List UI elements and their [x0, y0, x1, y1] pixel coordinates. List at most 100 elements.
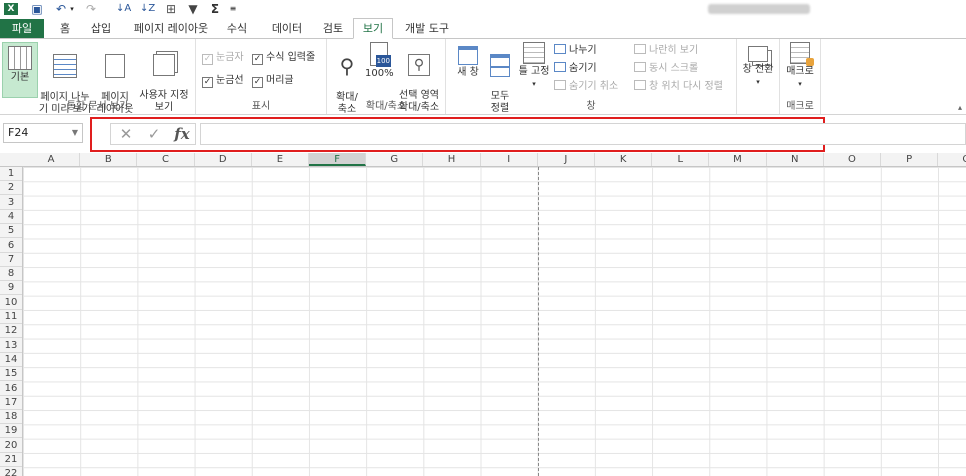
column-header-M[interactable]: M — [709, 153, 767, 166]
tab-formulas[interactable]: 수식 — [220, 19, 254, 38]
tab-data[interactable]: 데이터 — [264, 19, 310, 38]
page-break-line — [538, 167, 539, 476]
synchronous-scrolling-button[interactable]: 동시 스크롤 — [634, 62, 698, 76]
group-label-zoom: 확대/축소 — [365, 101, 407, 112]
excel-icon[interactable]: X — [4, 3, 18, 15]
column-header-L[interactable]: L — [652, 153, 710, 166]
group-label-window: 창 — [586, 101, 596, 112]
column-header-P[interactable]: P — [881, 153, 939, 166]
reset-window-position-button[interactable]: 창 위치 다시 정렬 — [634, 80, 723, 94]
column-header-F[interactable]: F — [309, 153, 367, 166]
column-header-I[interactable]: I — [481, 153, 538, 166]
sort-desc-icon[interactable]: ↓Z — [140, 1, 155, 17]
ribbon: 기본 페이지 나누 기 미리 보기 페이지 레이아웃 사용자 지정 보기 통합 … — [0, 39, 966, 115]
row-header-12[interactable]: 12 — [0, 324, 22, 339]
row-header-6[interactable]: 6 — [0, 239, 22, 253]
magnifier-icon: ⚲ — [339, 54, 355, 78]
gridlines-checkbox[interactable]: ✓ 눈금선 — [202, 74, 244, 88]
new-window-icon — [458, 46, 478, 65]
side-by-side-icon — [634, 44, 646, 54]
customize-icon[interactable]: ≡ — [228, 1, 238, 17]
new-window-button[interactable]: 새 창 — [450, 42, 486, 79]
save-icon[interactable]: ▣ — [30, 1, 44, 17]
macros-button[interactable]: 매크로 ▾ — [782, 42, 818, 90]
tab-insert[interactable]: 삽입 — [84, 19, 118, 38]
chevron-down-icon: ▼ — [71, 128, 78, 137]
row-header-21[interactable]: 21 — [0, 453, 22, 467]
tab-developer[interactable]: 개발 도구 — [398, 19, 456, 38]
unhide-button[interactable]: 숨기기 취소 — [554, 80, 618, 94]
column-header-C[interactable]: C — [137, 153, 195, 166]
row-header-4[interactable]: 4 — [0, 210, 22, 224]
sum-icon[interactable]: Σ — [208, 1, 222, 17]
sync-scroll-icon — [634, 62, 646, 72]
column-header-N[interactable]: N — [767, 153, 824, 166]
zoom-selection-icon: ⚲ — [408, 54, 430, 76]
row-header-10[interactable]: 10 — [0, 296, 22, 310]
row-header-14[interactable]: 14 — [0, 353, 22, 367]
row-header-18[interactable]: 18 — [0, 410, 22, 425]
tab-review[interactable]: 검토 — [316, 19, 350, 38]
column-header-Q[interactable]: Q — [938, 153, 966, 166]
name-box[interactable]: F24 ▼ — [3, 123, 83, 143]
enter-icon[interactable]: ✓ — [141, 124, 167, 144]
row-header-3[interactable]: 3 — [0, 196, 22, 210]
collapse-ribbon-icon[interactable]: ▴ — [958, 103, 962, 112]
tab-home[interactable]: 홈 — [50, 19, 80, 38]
tab-page-layout[interactable]: 페이지 레이아웃 — [128, 19, 214, 38]
row-header-8[interactable]: 8 — [0, 267, 22, 282]
normal-view-button[interactable]: 기본 — [2, 42, 38, 98]
group-switch: 창 전환 ▾ — [737, 39, 780, 114]
column-headers: ABCDEFGHIJKLMNOPQ — [0, 153, 966, 167]
row-header-1[interactable]: 1 — [0, 167, 22, 181]
column-header-G[interactable]: G — [366, 153, 424, 166]
filter-icon[interactable]: ▼ — [186, 1, 200, 17]
row-header-5[interactable]: 5 — [0, 224, 22, 239]
row-header-2[interactable]: 2 — [0, 181, 22, 196]
row-header-16[interactable]: 16 — [0, 382, 22, 396]
row-header-22[interactable]: 22 — [0, 467, 22, 476]
row-header-7[interactable]: 7 — [0, 253, 22, 267]
formula-bar-checkbox[interactable]: ✓ 수식 입력줄 — [252, 51, 315, 65]
group-workbook-views: 기본 페이지 나누 기 미리 보기 페이지 레이아웃 사용자 지정 보기 통합 … — [0, 39, 196, 115]
column-header-B[interactable]: B — [80, 153, 138, 166]
sort-asc-icon[interactable]: ↓A — [116, 1, 131, 17]
undo-dropdown-icon[interactable]: ▾ — [68, 1, 76, 17]
view-side-by-side-button[interactable]: 나란히 보기 — [634, 44, 698, 58]
quick-access-toolbar: X ▣ ↶ ▾ ↷ ↓A ↓Z ⊞ ▼ Σ ≡ — [0, 0, 966, 18]
tab-file[interactable]: 파일 — [0, 19, 44, 38]
column-header-E[interactable]: E — [252, 153, 309, 166]
table-icon[interactable]: ⊞ — [164, 1, 178, 17]
formula-input[interactable] — [200, 123, 966, 145]
zoom-100-icon: 100 — [370, 42, 391, 67]
cells-area[interactable] — [23, 167, 966, 476]
row-header-17[interactable]: 17 — [0, 396, 22, 410]
cancel-icon[interactable]: ✕ — [113, 124, 139, 144]
arrange-all-icon — [490, 54, 510, 77]
hide-icon — [554, 62, 566, 72]
insert-function-icon[interactable]: fx — [169, 124, 195, 144]
row-header-19[interactable]: 19 — [0, 424, 22, 439]
row-header-20[interactable]: 20 — [0, 439, 22, 453]
column-header-K[interactable]: K — [595, 153, 653, 166]
redo-icon[interactable]: ↷ — [84, 1, 98, 17]
zoom-100-button[interactable]: 100 100% — [365, 42, 394, 80]
column-header-D[interactable]: D — [195, 153, 252, 166]
column-header-O[interactable]: O — [824, 153, 881, 166]
column-header-J[interactable]: J — [538, 153, 595, 166]
unhide-icon — [554, 80, 566, 90]
column-header-A[interactable]: A — [23, 153, 81, 166]
switch-windows-button[interactable]: 창 전환 ▾ — [739, 42, 777, 88]
row-header-15[interactable]: 15 — [0, 367, 22, 382]
column-header-H[interactable]: H — [423, 153, 481, 166]
row-header-11[interactable]: 11 — [0, 310, 22, 324]
split-button[interactable]: 나누기 — [554, 44, 597, 58]
freeze-panes-button[interactable]: 틀 고정 ▾ — [516, 42, 552, 90]
ruler-checkbox[interactable]: ✓ 눈금자 — [202, 51, 244, 65]
row-header-13[interactable]: 13 — [0, 339, 22, 353]
hide-button[interactable]: 숨기기 — [554, 62, 597, 76]
row-header-9[interactable]: 9 — [0, 281, 22, 296]
headings-checkbox[interactable]: ✓ 머리글 — [252, 74, 294, 88]
undo-icon[interactable]: ↶ — [54, 1, 68, 17]
tab-view[interactable]: 보기 — [353, 18, 393, 39]
